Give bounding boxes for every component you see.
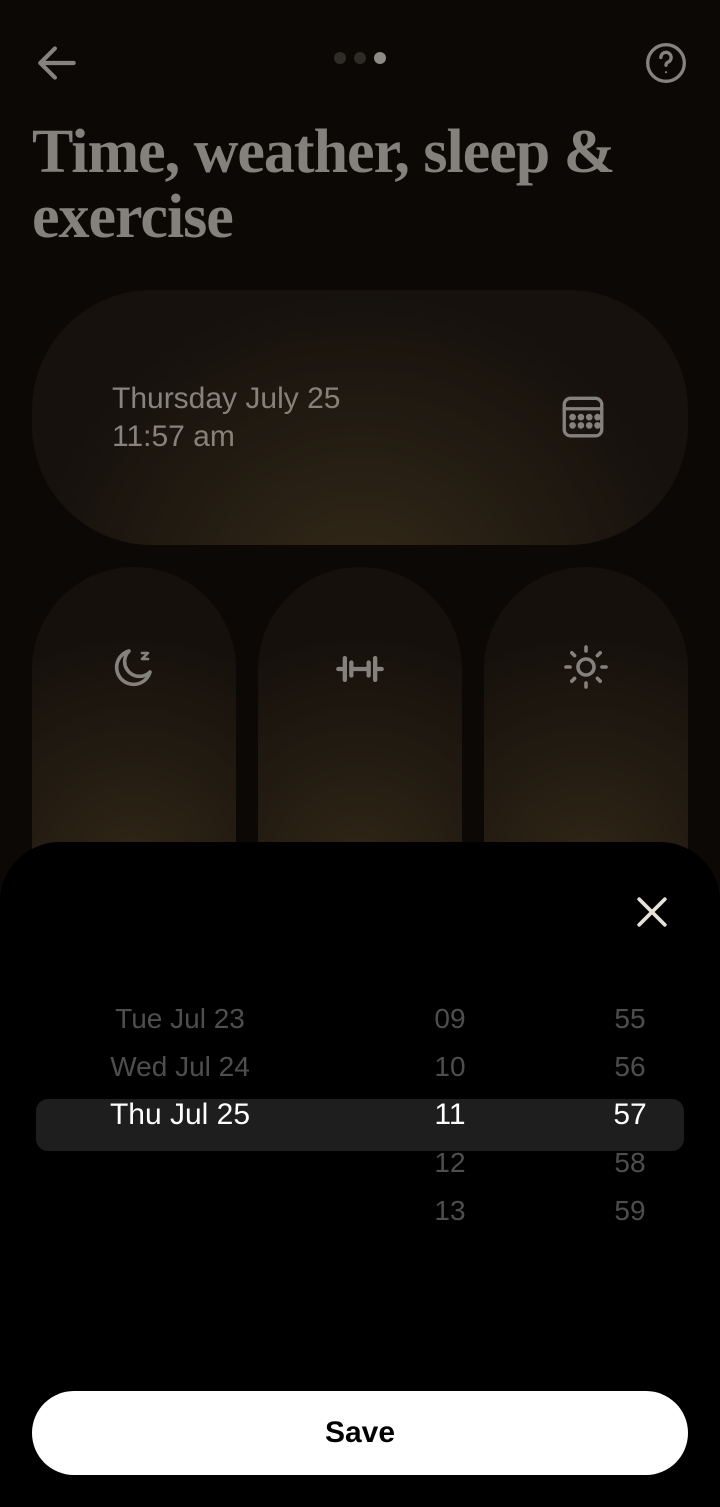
progress-dot-3 bbox=[374, 52, 386, 64]
exercise-tile[interactable] bbox=[258, 567, 462, 867]
picker-minute-column[interactable]: 55 56 57 58 59 bbox=[540, 995, 720, 1255]
picker-date-option[interactable]: Tue Jul 23 bbox=[0, 995, 360, 1043]
datetime-picker: Tue Jul 23 Wed Jul 24 Thu Jul 25 09 10 1… bbox=[0, 995, 720, 1255]
help-button[interactable] bbox=[644, 41, 688, 90]
picker-hour-option[interactable]: 10 bbox=[360, 1043, 540, 1091]
sleep-tile[interactable] bbox=[32, 567, 236, 867]
picker-date-column[interactable]: Tue Jul 23 Wed Jul 24 Thu Jul 25 bbox=[0, 995, 360, 1255]
save-button[interactable]: Save bbox=[32, 1391, 688, 1475]
question-circle-icon bbox=[644, 41, 688, 85]
back-button[interactable] bbox=[32, 38, 82, 93]
sun-icon bbox=[562, 643, 610, 691]
close-icon bbox=[630, 890, 674, 934]
picker-minute-option[interactable]: 57 bbox=[540, 1091, 720, 1139]
picker-date-option[interactable]: Thu Jul 25 bbox=[0, 1091, 360, 1139]
weather-tile[interactable] bbox=[484, 567, 688, 867]
picker-hour-option[interactable]: 12 bbox=[360, 1139, 540, 1187]
moon-sleep-icon bbox=[110, 643, 158, 691]
arrow-left-icon bbox=[32, 38, 82, 88]
picker-minute-option[interactable]: 59 bbox=[540, 1187, 720, 1235]
close-button[interactable] bbox=[630, 890, 674, 939]
selected-date-label: Thursday July 25 bbox=[112, 380, 340, 418]
calendar-icon bbox=[558, 390, 608, 445]
picker-hour-option[interactable]: 11 bbox=[360, 1091, 540, 1139]
picker-date-option bbox=[0, 1187, 360, 1235]
picker-hour-option[interactable]: 13 bbox=[360, 1187, 540, 1235]
picker-minute-option[interactable]: 56 bbox=[540, 1043, 720, 1091]
picker-minute-option[interactable]: 55 bbox=[540, 995, 720, 1043]
picker-date-option bbox=[0, 1139, 360, 1187]
progress-dot-2 bbox=[354, 52, 366, 64]
picker-minute-option[interactable]: 58 bbox=[540, 1139, 720, 1187]
picker-date-option[interactable]: Wed Jul 24 bbox=[0, 1043, 360, 1091]
datetime-card[interactable]: Thursday July 25 11:57 am bbox=[32, 290, 688, 545]
progress-dots bbox=[334, 52, 386, 64]
dumbbell-icon bbox=[334, 643, 386, 695]
picker-hour-column[interactable]: 09 10 11 12 13 bbox=[360, 995, 540, 1255]
selected-time-label: 11:57 am bbox=[112, 418, 340, 456]
datetime-picker-sheet: Tue Jul 23 Wed Jul 24 Thu Jul 25 09 10 1… bbox=[0, 842, 720, 1507]
progress-dot-1 bbox=[334, 52, 346, 64]
picker-hour-option[interactable]: 09 bbox=[360, 995, 540, 1043]
page-title: Time, weather, sleep & exercise bbox=[0, 96, 720, 290]
